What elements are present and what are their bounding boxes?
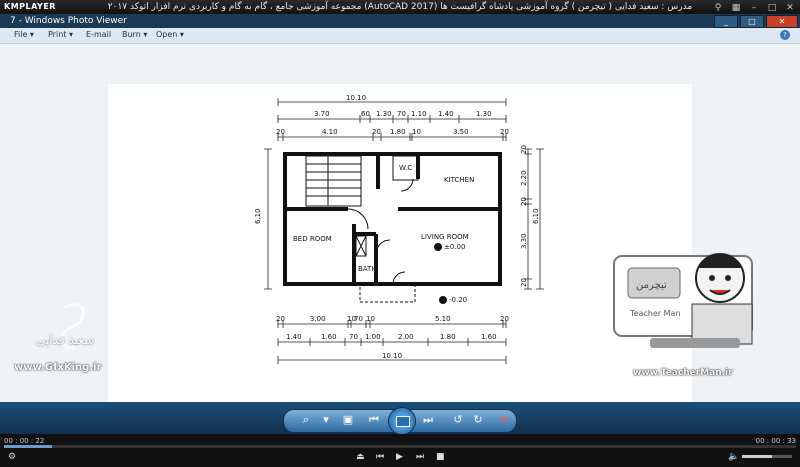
settings-icon[interactable]: ⚙ bbox=[8, 452, 16, 462]
menu-burn[interactable]: Burn ▾ bbox=[122, 30, 147, 39]
volume-icon[interactable]: 🔈 bbox=[728, 452, 739, 462]
player-caption: مجموعه آموزشی جامع ، گام به گام و کاربرد… bbox=[107, 2, 693, 12]
maximize-button[interactable]: □ bbox=[740, 15, 764, 28]
watermark-name: سعید فدایی bbox=[36, 333, 95, 347]
dim-total-top: 10.10 bbox=[346, 94, 366, 102]
dim-label: 20 bbox=[372, 128, 381, 136]
room-label: W.C bbox=[399, 164, 412, 172]
teacherman-url: www.TeacherMan.ir bbox=[633, 368, 733, 378]
dim-label: 20 bbox=[520, 145, 528, 154]
player-controls bbox=[0, 434, 800, 467]
menu-open[interactable]: Open ▾ bbox=[156, 30, 184, 39]
dim-label: 20 bbox=[500, 128, 509, 136]
player-title-bar: KMPLAYER مجموعه آموزشی جامع ، گام به گام… bbox=[0, 0, 800, 14]
kmplayer-logo[interactable]: KMPLAYER bbox=[4, 0, 56, 14]
watermark-url: www.GfxKing.ir bbox=[14, 362, 102, 373]
room-label: BED ROOM bbox=[293, 235, 332, 243]
dim-label: 6.10 bbox=[532, 208, 540, 224]
dim-label: 1.60 bbox=[481, 333, 497, 341]
menu-email[interactable]: E-mail bbox=[86, 30, 111, 39]
rotate-left-icon[interactable]: ↺ bbox=[450, 412, 466, 428]
level-label: ±0.00 bbox=[444, 243, 465, 251]
dim-label: 2.20 bbox=[520, 170, 528, 186]
dim-label: 3.00 bbox=[310, 315, 326, 323]
total-time: 00 : 00 : 33 bbox=[755, 437, 796, 445]
dim-label: 1.30 bbox=[376, 110, 392, 118]
dim-label: 20 bbox=[520, 197, 528, 206]
logo-subtext: Teacher Man bbox=[629, 309, 680, 318]
dim-label: 3.30 bbox=[520, 233, 528, 249]
maximize-button[interactable]: □ bbox=[766, 1, 778, 15]
stop-icon[interactable]: ■ bbox=[436, 452, 445, 462]
dim-label: 70 bbox=[397, 110, 406, 118]
previous-icon[interactable]: ⏮ bbox=[376, 452, 384, 462]
menu-file[interactable]: File ▾ bbox=[14, 30, 34, 39]
dim-total-bottom: 10.10 bbox=[382, 352, 402, 360]
level-label: -0.20 bbox=[449, 296, 467, 304]
play-icon[interactable]: ▶ bbox=[396, 452, 403, 462]
minimize-button[interactable]: – bbox=[748, 1, 760, 15]
slideshow-button[interactable] bbox=[388, 407, 416, 435]
dim-label: 60 bbox=[361, 110, 370, 118]
dim-label: 3.50 bbox=[453, 128, 469, 136]
floor-plan-image: 10.10 3.70 60 1.30 70 1.10 1.40 1.30 20 … bbox=[108, 84, 692, 406]
dim-label: 5.10 bbox=[435, 315, 451, 323]
dim-label: 10 bbox=[366, 315, 375, 323]
logo-text: تیچرمن bbox=[636, 280, 667, 291]
volume-slider[interactable] bbox=[742, 455, 792, 458]
close-button[interactable]: ✕ bbox=[766, 15, 798, 28]
dim-label: 1.60 bbox=[321, 333, 337, 341]
dim-label: 1.80 bbox=[440, 333, 456, 341]
dim-label: 4.10 bbox=[322, 128, 338, 136]
next-icon[interactable]: ⏭ bbox=[416, 452, 424, 462]
eject-icon[interactable]: ⏏ bbox=[356, 452, 365, 462]
dim-label: 1.40 bbox=[286, 333, 302, 341]
zoom-dropdown-icon[interactable]: ▾ bbox=[318, 412, 334, 428]
room-label: LIVING ROOM bbox=[421, 233, 469, 241]
rotate-right-icon[interactable]: ↻ bbox=[470, 412, 486, 428]
dim-label: 20 bbox=[276, 128, 285, 136]
dim-label: 2.00 bbox=[398, 333, 414, 341]
seek-bar[interactable] bbox=[4, 445, 796, 448]
room-label: KITCHEN bbox=[444, 176, 474, 184]
dim-label: 6.10 bbox=[254, 208, 262, 224]
current-time: 00 : 00 : 22 bbox=[4, 437, 45, 445]
skin-icon[interactable]: ▦ bbox=[730, 1, 742, 15]
viewer-menu-bar: File ▾ Print ▾ E-mail Burn ▾ Open ▾ ? bbox=[0, 28, 800, 44]
teacherman-logo: تیچرمن Teacher Man bbox=[613, 253, 753, 348]
window-title: 7 - Windows Photo Viewer bbox=[10, 16, 127, 26]
minimize-button[interactable]: _ bbox=[714, 15, 738, 28]
dim-label: 3.70 bbox=[314, 110, 330, 118]
dim-label: 1.40 bbox=[438, 110, 454, 118]
previous-icon[interactable]: ⏮ bbox=[366, 412, 382, 428]
actual-size-icon[interactable]: ▣ bbox=[340, 412, 356, 428]
next-icon[interactable]: ⏭ bbox=[420, 412, 436, 428]
delete-icon[interactable]: ✕ bbox=[496, 412, 512, 428]
dim-label: 20 bbox=[500, 315, 509, 323]
zoom-icon[interactable]: ⌕ bbox=[298, 412, 314, 428]
dim-label: 20 bbox=[520, 278, 528, 287]
pin-icon[interactable]: ⚲ bbox=[712, 1, 724, 15]
floor-plan-drawing: 10.10 3.70 60 1.30 70 1.10 1.40 1.30 20 … bbox=[254, 94, 544, 364]
photo-viewer-title-bar: 7 - Windows Photo Viewer _ □ ✕ bbox=[0, 14, 800, 28]
help-icon[interactable]: ? bbox=[780, 30, 790, 40]
dim-label: 1.10 bbox=[411, 110, 427, 118]
dim-label: 1.30 bbox=[476, 110, 492, 118]
dim-label: 20 bbox=[276, 315, 285, 323]
menu-print[interactable]: Print ▾ bbox=[48, 30, 73, 39]
room-label: BATH bbox=[358, 265, 377, 273]
dim-label: 1.00 bbox=[365, 333, 381, 341]
dim-label: 70 bbox=[354, 315, 363, 323]
dim-label: 1.80 bbox=[390, 128, 406, 136]
dim-label: 10 bbox=[412, 128, 421, 136]
close-button[interactable]: ✕ bbox=[784, 1, 796, 15]
dim-label: 70 bbox=[349, 333, 358, 341]
